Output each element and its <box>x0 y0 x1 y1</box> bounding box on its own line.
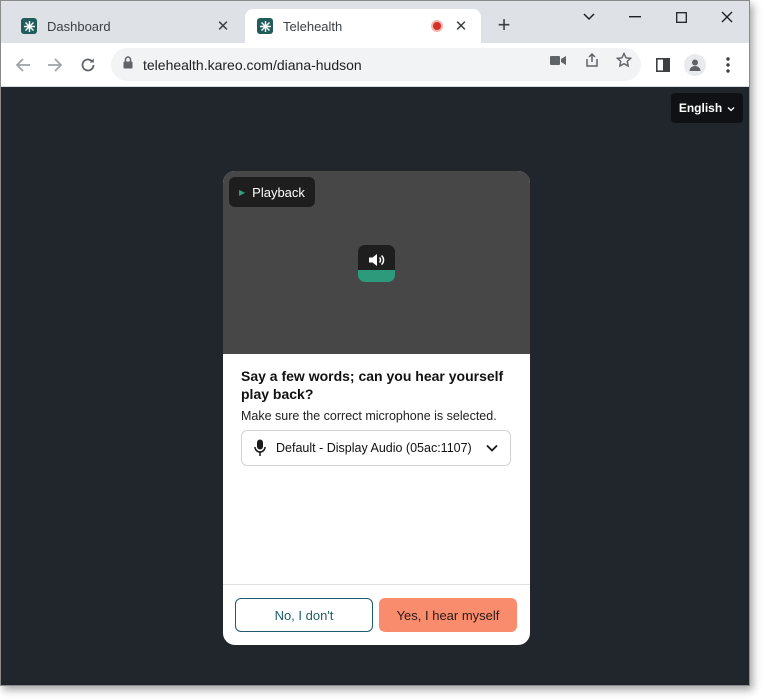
reload-button[interactable] <box>74 51 102 79</box>
chevron-down-icon <box>727 101 735 115</box>
lock-icon <box>123 55 133 74</box>
audio-check-dialog: ▶ Playback Say a few words; can you hear… <box>223 171 530 645</box>
dialog-footer: No, I don't Yes, I hear myself <box>223 584 530 645</box>
language-select[interactable]: English <box>671 93 743 123</box>
close-window-button[interactable] <box>704 5 749 29</box>
tab-telehealth[interactable]: Telehealth ✕ <box>245 9 481 43</box>
microphone-select[interactable]: Default - Display Audio (05ac:1107) <box>241 430 511 466</box>
new-tab-button[interactable]: + <box>493 14 515 37</box>
bookmark-star-icon[interactable] <box>615 51 633 69</box>
url-text: telehealth.kareo.com/diana-hudson <box>143 56 362 73</box>
dialog-subtext: Make sure the correct microphone is sele… <box>241 409 497 423</box>
side-panel-icon[interactable] <box>652 54 674 76</box>
profile-avatar-icon[interactable] <box>684 54 706 76</box>
camera-icon[interactable] <box>549 51 567 69</box>
tab-dashboard[interactable]: Dashboard ✕ <box>9 9 243 43</box>
browser-window: Dashboard ✕ Telehealth ✕ + telehealth.ka… <box>0 0 750 686</box>
tab-label: Dashboard <box>47 18 111 34</box>
playback-label: Playback <box>252 184 305 200</box>
browser-toolbar: telehealth.kareo.com/diana-hudson <box>1 43 749 87</box>
kareo-icon <box>21 18 37 34</box>
forward-button[interactable] <box>41 51 69 79</box>
minimize-button[interactable] <box>612 5 658 29</box>
microphone-value: Default - Display Audio (05ac:1107) <box>276 441 472 455</box>
dialog-body: Say a few words; can you hear yourself p… <box>241 367 516 423</box>
back-button[interactable] <box>9 51 37 79</box>
playback-badge: ▶ Playback <box>229 177 315 207</box>
kareo-icon <box>257 18 273 34</box>
close-tab-icon[interactable]: ✕ <box>213 16 233 36</box>
no-button[interactable]: No, I don't <box>235 598 373 632</box>
tab-search-icon[interactable] <box>566 5 612 29</box>
maximize-button[interactable] <box>658 5 704 29</box>
speaker-level-indicator <box>358 245 395 282</box>
close-tab-icon[interactable]: ✕ <box>451 16 471 36</box>
language-label: English <box>678 101 723 115</box>
microphone-icon <box>252 439 268 457</box>
recording-dot-icon <box>431 20 443 32</box>
page-content: English ▶ Playback Say a few words; can … <box>1 87 749 685</box>
chevron-down-icon <box>484 440 500 456</box>
speaker-icon <box>358 250 395 270</box>
yes-button[interactable]: Yes, I hear myself <box>379 598 517 632</box>
tab-strip: Dashboard ✕ Telehealth ✕ + <box>1 1 749 43</box>
audio-level-bar <box>358 270 395 282</box>
play-icon: ▶ <box>239 187 246 197</box>
menu-kebab-icon[interactable] <box>717 54 739 76</box>
share-icon[interactable] <box>583 51 601 69</box>
dialog-heading: Say a few words; can you hear yourself p… <box>241 368 504 402</box>
tab-label: Telehealth <box>283 18 343 34</box>
audio-preview-panel: ▶ Playback <box>223 171 530 354</box>
